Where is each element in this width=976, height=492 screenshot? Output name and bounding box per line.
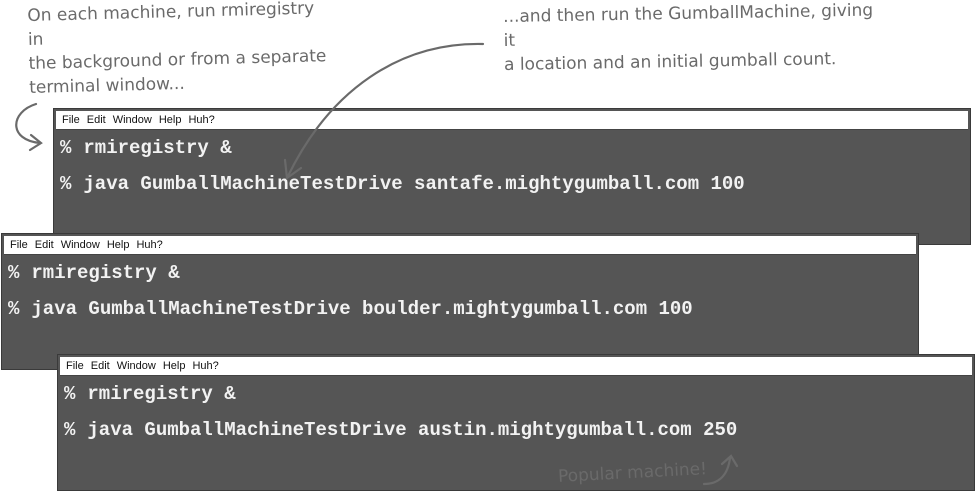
menu-window[interactable]: Window <box>113 114 152 126</box>
command-text: java GumballMachineTestDrive santafe.mig… <box>83 173 745 195</box>
menu-file[interactable]: File <box>62 114 80 126</box>
menu-help[interactable]: Help <box>163 360 186 372</box>
menu-help[interactable]: Help <box>107 239 130 251</box>
terminal-menubar: File Edit Window Help Huh? <box>56 111 968 130</box>
curved-arrow-left-icon <box>15 102 43 152</box>
menu-window[interactable]: Window <box>61 239 100 251</box>
command-text: rmiregistry & <box>31 262 180 284</box>
terminal-line: % rmiregistry & <box>2 255 918 291</box>
menu-help[interactable]: Help <box>159 114 182 126</box>
terminal-menubar: File Edit Window Help Huh? <box>4 236 916 255</box>
terminal-window-boulder[interactable]: File Edit Window Help Huh? % rmiregistry … <box>1 233 919 370</box>
prompt-symbol: % <box>8 262 20 284</box>
terminal-menubar: File Edit Window Help Huh? <box>60 357 972 376</box>
prompt-symbol: % <box>60 137 72 159</box>
command-text: java GumballMachineTestDrive boulder.mig… <box>31 298 693 320</box>
menu-huh[interactable]: Huh? <box>188 114 214 126</box>
command-text: rmiregistry & <box>87 383 236 405</box>
annotation-right: ...and then run the GumballMachine, givi… <box>503 0 874 75</box>
menu-huh[interactable]: Huh? <box>192 360 218 372</box>
terminal-window-santafe[interactable]: File Edit Window Help Huh? % rmiregistry … <box>53 108 971 245</box>
terminal-window-austin[interactable]: File Edit Window Help Huh? % rmiregistry … <box>57 354 975 491</box>
menu-huh[interactable]: Huh? <box>136 239 162 251</box>
terminal-line: % rmiregistry & <box>58 376 974 412</box>
menu-edit[interactable]: Edit <box>91 360 110 372</box>
menu-edit[interactable]: Edit <box>35 239 54 251</box>
prompt-symbol: % <box>8 298 20 320</box>
terminal-line: % java GumballMachineTestDrive austin.mig… <box>58 412 974 448</box>
menu-file[interactable]: File <box>10 239 28 251</box>
command-text: java GumballMachineTestDrive austin.migh… <box>87 419 738 441</box>
prompt-symbol: % <box>64 383 76 405</box>
terminal-line: % java GumballMachineTestDrive boulder.mi… <box>2 291 918 327</box>
prompt-symbol: % <box>64 419 76 441</box>
terminal-line: % rmiregistry & <box>54 130 970 166</box>
menu-edit[interactable]: Edit <box>87 114 106 126</box>
menu-file[interactable]: File <box>66 360 84 372</box>
annotation-left: On each machine, run rmiregistry in the … <box>27 0 327 98</box>
terminal-line: % java GumballMachineTestDrive santafe.mi… <box>54 166 970 202</box>
command-text: rmiregistry & <box>83 137 232 159</box>
prompt-symbol: % <box>60 173 72 195</box>
menu-window[interactable]: Window <box>117 360 156 372</box>
